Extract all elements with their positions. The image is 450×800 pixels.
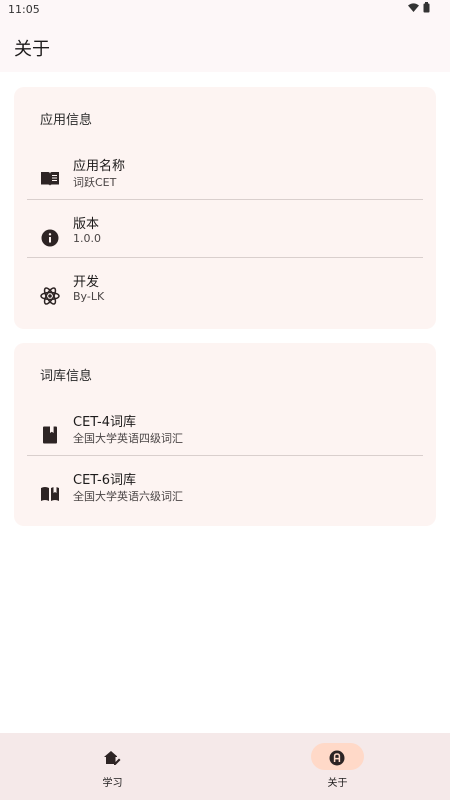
nav-label-study: 学习 <box>102 778 123 789</box>
version-label: 版本 <box>73 217 100 232</box>
divider <box>27 455 423 456</box>
cet6-description: 全国大学英语六级词汇 <box>73 490 183 503</box>
cet4-description: 全国大学英语四级词汇 <box>73 432 183 445</box>
divider <box>27 257 423 258</box>
app-name-value: 词跃CET <box>73 176 117 189</box>
about-badge-icon <box>327 748 347 768</box>
status-time: 11:05 <box>8 3 40 16</box>
app-name-label: 应用名称 <box>73 159 126 174</box>
developer-label: 开发 <box>73 275 100 290</box>
atom-icon <box>40 286 60 306</box>
book-closed-icon <box>40 425 60 445</box>
cet6-row[interactable]: CET-6词库 全国大学英语六级词汇 <box>14 463 436 521</box>
nav-label-about: 关于 <box>327 778 348 789</box>
developer-row[interactable]: 开发 By-LK <box>14 265 436 323</box>
status-bar: 11:05 <box>0 0 450 20</box>
app-info-title: 应用信息 <box>40 113 93 128</box>
bottom-navigation: 学习 关于 <box>0 733 450 800</box>
nav-item-study[interactable]: 学习 <box>0 733 225 800</box>
developer-value: By-LK <box>73 290 105 303</box>
page-title: 关于 <box>14 39 50 60</box>
library-info-title: 词库信息 <box>40 369 93 384</box>
nav-item-about[interactable]: 关于 <box>225 733 450 800</box>
wifi-icon <box>408 3 419 12</box>
app-info-card: 应用信息 应用名称 词跃CET 版本 1.0.0 开发 By-LK <box>14 87 436 329</box>
cet6-label: CET-6词库 <box>73 473 137 488</box>
battery-icon <box>423 2 430 13</box>
app-bar: 关于 <box>0 20 450 72</box>
book-open-icon <box>40 169 60 189</box>
version-value: 1.0.0 <box>73 232 101 245</box>
status-icons <box>408 2 430 13</box>
home-edit-icon <box>102 748 122 768</box>
divider <box>27 199 423 200</box>
info-icon <box>40 228 60 248</box>
library-info-card: 词库信息 CET-4词库 全国大学英语四级词汇 CET-6词库 全国大学英语六级… <box>14 343 436 526</box>
book-open-reader-icon <box>40 483 60 503</box>
cet4-label: CET-4词库 <box>73 415 137 430</box>
